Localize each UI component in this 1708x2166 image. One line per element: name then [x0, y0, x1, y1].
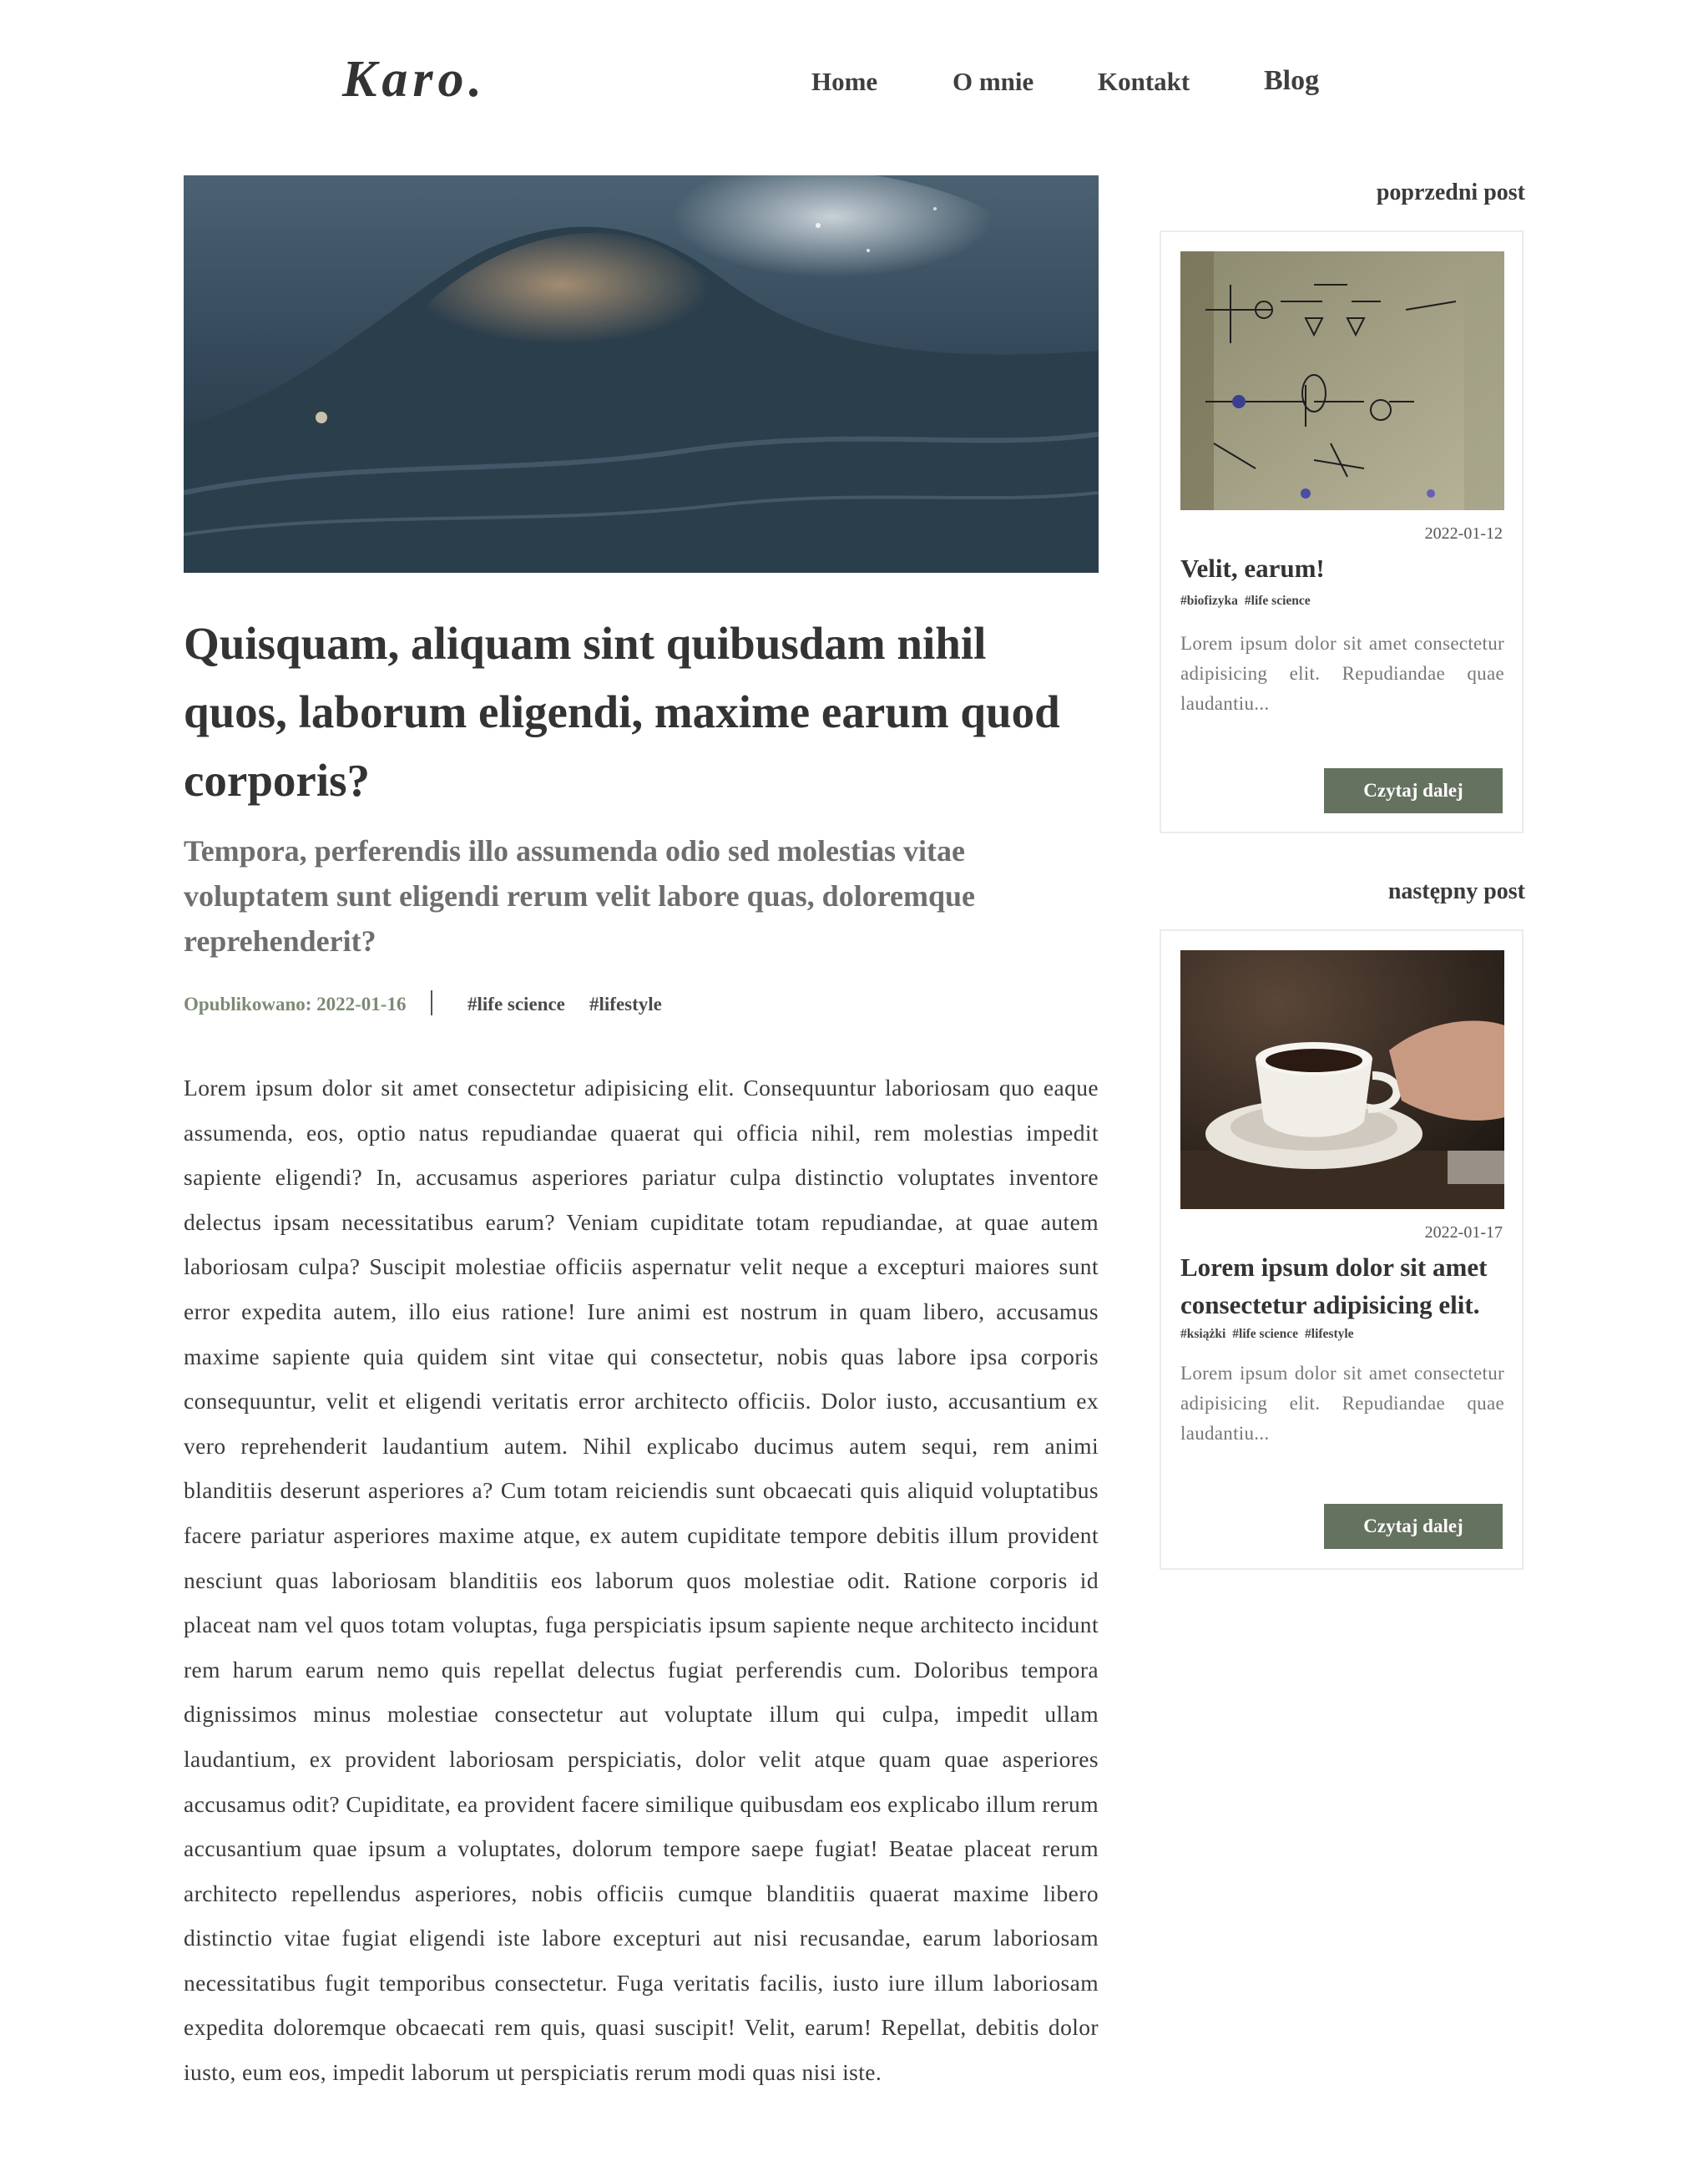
post-tag[interactable]: #książki: [1180, 1327, 1225, 1341]
nav-blog[interactable]: Blog: [1264, 65, 1319, 97]
nav-about[interactable]: O mnie: [953, 67, 1033, 97]
previous-post-tags: #biofizyka #life science: [1180, 594, 1317, 609]
next-post-card[interactable]: 2022-01-17 Lorem ipsum dolor sit amet co…: [1160, 929, 1524, 1570]
nav-contact[interactable]: Kontakt: [1098, 67, 1190, 97]
article-title: Quisquam, aliquam sint quibusdam nihil q…: [184, 618, 1060, 806]
previous-post-read-more-button[interactable]: Czytaj dalej: [1324, 768, 1503, 813]
next-post-heading: następny post: [1387, 878, 1525, 904]
article-body: Lorem ipsum dolor sit amet consectetur a…: [184, 1075, 1099, 2086]
nav-home[interactable]: Home: [811, 67, 877, 97]
previous-post-title[interactable]: Velit, earum!: [1180, 549, 1504, 587]
article-hero-image: [184, 175, 1099, 573]
next-post-read-more-button[interactable]: Czytaj dalej: [1324, 1504, 1503, 1549]
previous-post-thumbnail[interactable]: [1180, 251, 1504, 510]
post-tag[interactable]: #lifestyle: [1305, 1327, 1354, 1341]
post-tag[interactable]: #biofizyka: [1180, 594, 1238, 608]
previous-post-excerpt: Lorem ipsum dolor sit amet consectetur a…: [1180, 633, 1504, 714]
post-tag[interactable]: #life science: [1245, 594, 1311, 608]
article-tag[interactable]: #life science: [467, 994, 565, 1015]
previous-post-heading: poprzedni post: [1376, 180, 1525, 205]
next-post-title[interactable]: Lorem ipsum dolor sit amet consectetur a…: [1180, 1248, 1504, 1323]
meta-divider: [431, 990, 432, 1015]
next-post-date: 2022-01-17: [1424, 1223, 1503, 1242]
previous-post-date: 2022-01-12: [1424, 524, 1503, 543]
next-post-tags: #książki #life science #lifestyle: [1180, 1327, 1361, 1342]
article-tag[interactable]: #lifestyle: [589, 994, 662, 1015]
next-post-excerpt: Lorem ipsum dolor sit amet consectetur a…: [1180, 1363, 1504, 1444]
post-tag[interactable]: #life science: [1232, 1327, 1298, 1341]
next-post-thumbnail[interactable]: [1180, 950, 1504, 1209]
article-subtitle: Tempora, perferendis illo assumenda odio…: [184, 834, 976, 958]
site-logo[interactable]: Karo.: [342, 50, 487, 109]
published-date: Opublikowano: 2022-01-16: [184, 994, 407, 1015]
previous-post-card[interactable]: 2022-01-12 Velit, earum! #biofizyka #life…: [1160, 230, 1524, 833]
